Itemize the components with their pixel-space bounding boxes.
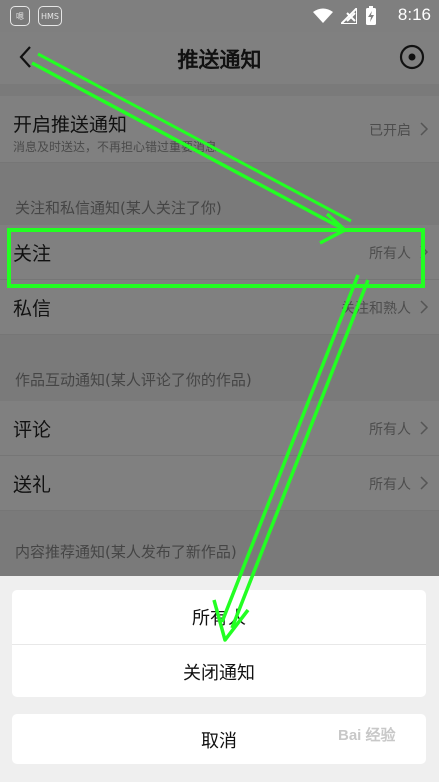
comment-value: 所有人 (369, 422, 411, 438)
signal-icon (341, 8, 357, 24)
follow-value: 所有人 (369, 246, 411, 262)
options-card: 所有人 关闭通知 (12, 590, 426, 697)
chevron-right-icon (420, 122, 429, 136)
settings-list: 开启推送通知 消息及时送达，不再担心错过重要消息 已开启 关注和私信通知(某人关… (0, 84, 439, 577)
chevron-right-icon (420, 300, 429, 314)
push-label: 开启推送通知 (13, 114, 128, 136)
action-sheet: 所有人 关闭通知 取消 (0, 576, 439, 782)
hms-notification-icon: HMS (38, 6, 62, 26)
section-follow-title: 关注和私信通知(某人关注了你) (15, 199, 222, 217)
follow-label: 关注 (13, 243, 52, 265)
divider (12, 644, 426, 645)
gift-row[interactable]: 送礼 所有人 (0, 456, 439, 511)
wifi-icon (313, 8, 333, 23)
chevron-right-icon (420, 421, 429, 435)
follow-row[interactable]: 关注 所有人 (0, 225, 439, 280)
status-icons (313, 6, 377, 26)
gift-label: 送礼 (13, 474, 52, 496)
message-label: 私信 (13, 298, 52, 320)
message-row[interactable]: 私信 关注和熟人 (0, 280, 439, 335)
comment-label: 评论 (13, 419, 52, 441)
section-header-works: 作品互动通知(某人评论了你的作品) (0, 335, 439, 401)
chevron-right-icon (420, 245, 429, 259)
battery-icon (366, 6, 376, 25)
push-status-value: 已开启 (369, 123, 411, 139)
nav-bar: 推送通知 (0, 32, 439, 84)
group-gap (0, 84, 439, 96)
watermark: Bai 经验 (338, 727, 396, 744)
comment-row[interactable]: 评论 所有人 (0, 401, 439, 456)
settings-icon[interactable] (399, 44, 425, 70)
app-notification-icon: 嗯 (10, 6, 30, 26)
push-toggle-row[interactable]: 开启推送通知 消息及时送达，不再担心错过重要消息 已开启 (0, 96, 439, 163)
message-value: 关注和熟人 (341, 301, 411, 317)
section-header-follow: 关注和私信通知(某人关注了你) (0, 163, 439, 225)
chevron-right-icon (420, 476, 429, 490)
section-works-title: 作品互动通知(某人评论了你的作品) (15, 371, 252, 389)
status-bar: 嗯 HMS 8:16 (0, 0, 439, 32)
gift-value: 所有人 (369, 477, 411, 493)
section-header-recommend: 内容推荐通知(某人发布了新作品) (0, 511, 439, 577)
status-time: 8:16 (397, 5, 431, 24)
section-recommend-title: 内容推荐通知(某人发布了新作品) (15, 543, 237, 561)
option-all-button[interactable]: 所有人 (12, 604, 426, 630)
page-title: 推送通知 (177, 48, 262, 72)
push-description: 消息及时送达，不再担心错过重要消息 (13, 140, 218, 154)
option-close-notifications-button[interactable]: 关闭通知 (12, 659, 426, 685)
